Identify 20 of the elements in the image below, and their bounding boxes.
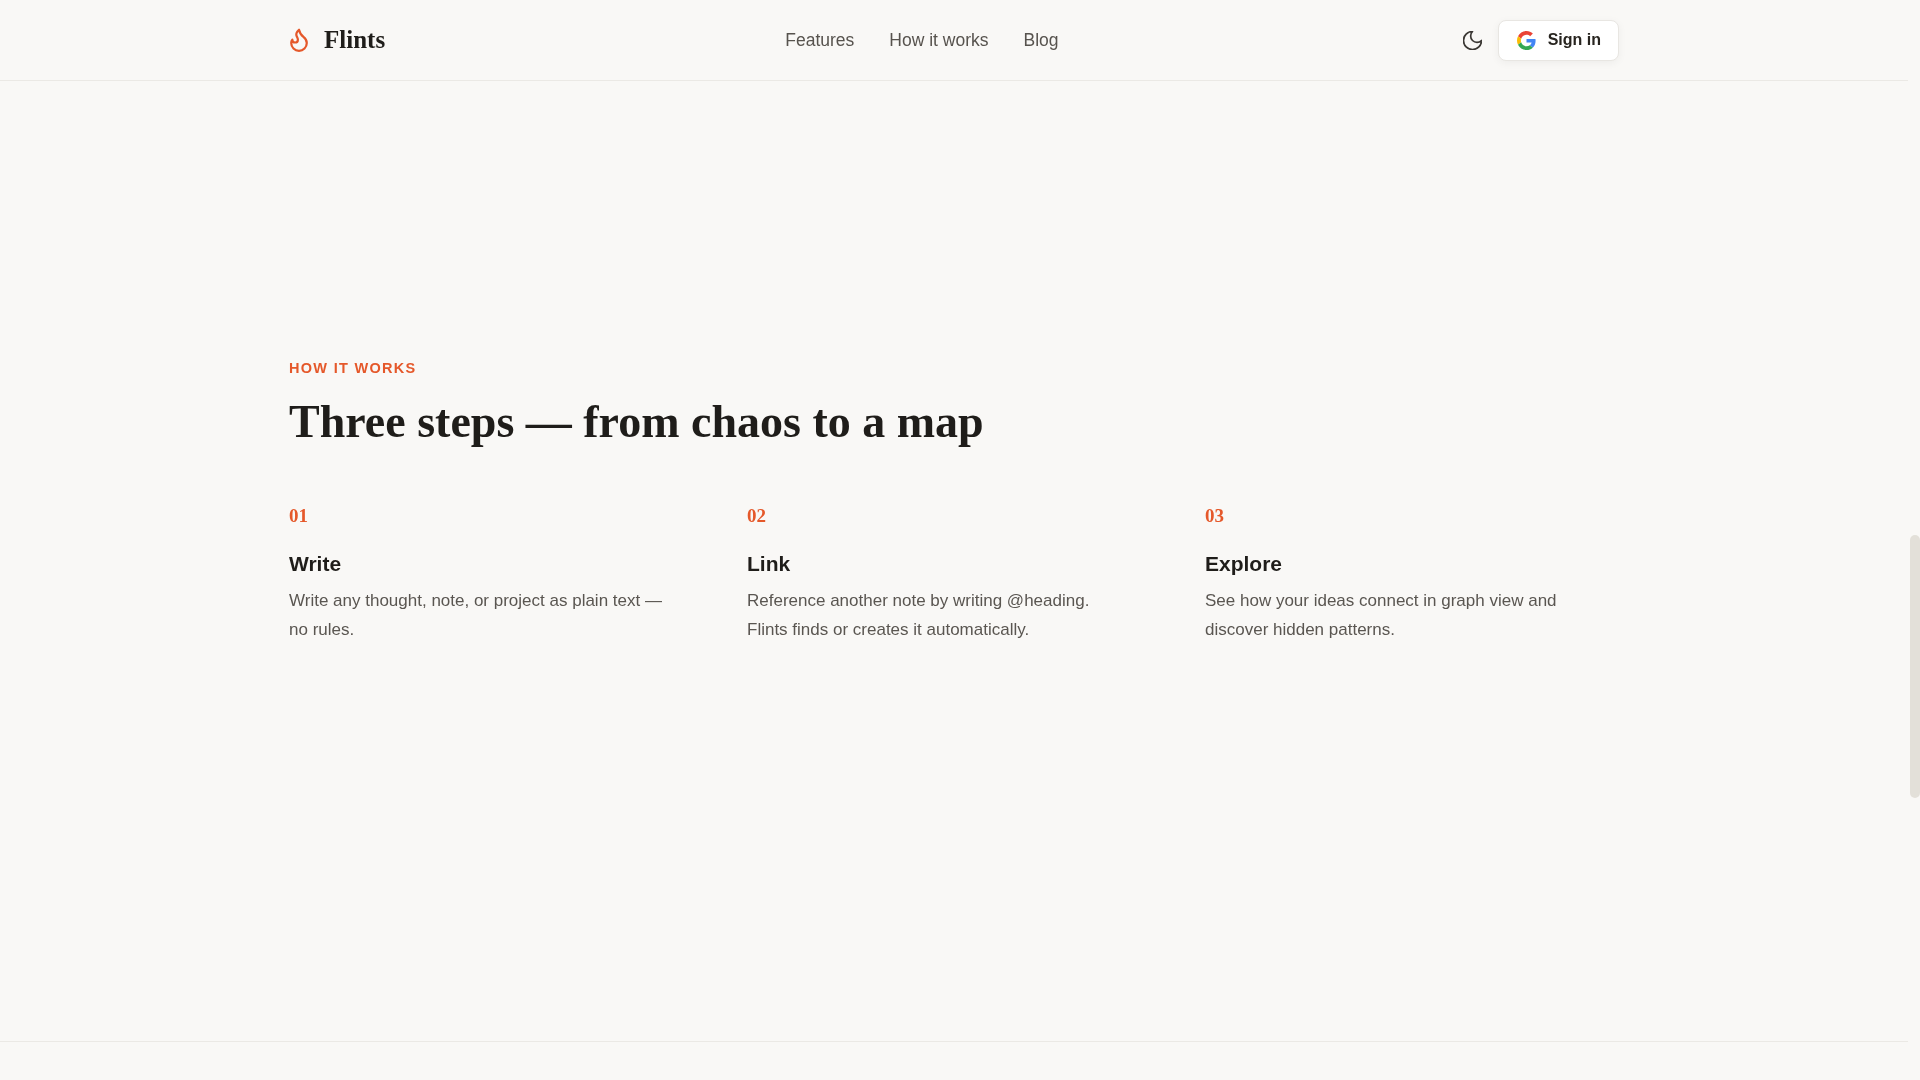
nav-link[interactable]: How it works	[889, 29, 989, 51]
step-number: 02	[747, 505, 766, 527]
scrollbar-thumb[interactable]	[1910, 535, 1920, 798]
step-title: Link	[747, 551, 791, 577]
nav-link[interactable]: Blog	[1023, 29, 1059, 51]
google-g-icon	[1516, 30, 1536, 50]
flame-icon	[289, 28, 309, 52]
step-description: Write any thought, note, or project as plain text — no rules.	[289, 590, 663, 641]
step-number: 01	[289, 505, 308, 527]
step-description: See how your ideas connect in graph view and discover hidden patterns.	[1205, 590, 1558, 641]
nav-link[interactable]: Features	[785, 29, 855, 51]
step-title: Write	[289, 551, 342, 577]
step-description: Reference another note by writing @heading. Flints finds or creates it automatically.	[747, 590, 1091, 641]
section-title: Three steps — from chaos to a map	[289, 396, 984, 448]
moon-icon	[1462, 30, 1482, 50]
step-number: 03	[1205, 505, 1224, 527]
brand-name[interactable]: Flints	[324, 26, 386, 54]
section-eyebrow: HOW IT WORKS	[289, 359, 417, 377]
step-title: Explore	[1205, 551, 1283, 577]
sign-in-button[interactable]: Sign in	[1497, 19, 1619, 61]
